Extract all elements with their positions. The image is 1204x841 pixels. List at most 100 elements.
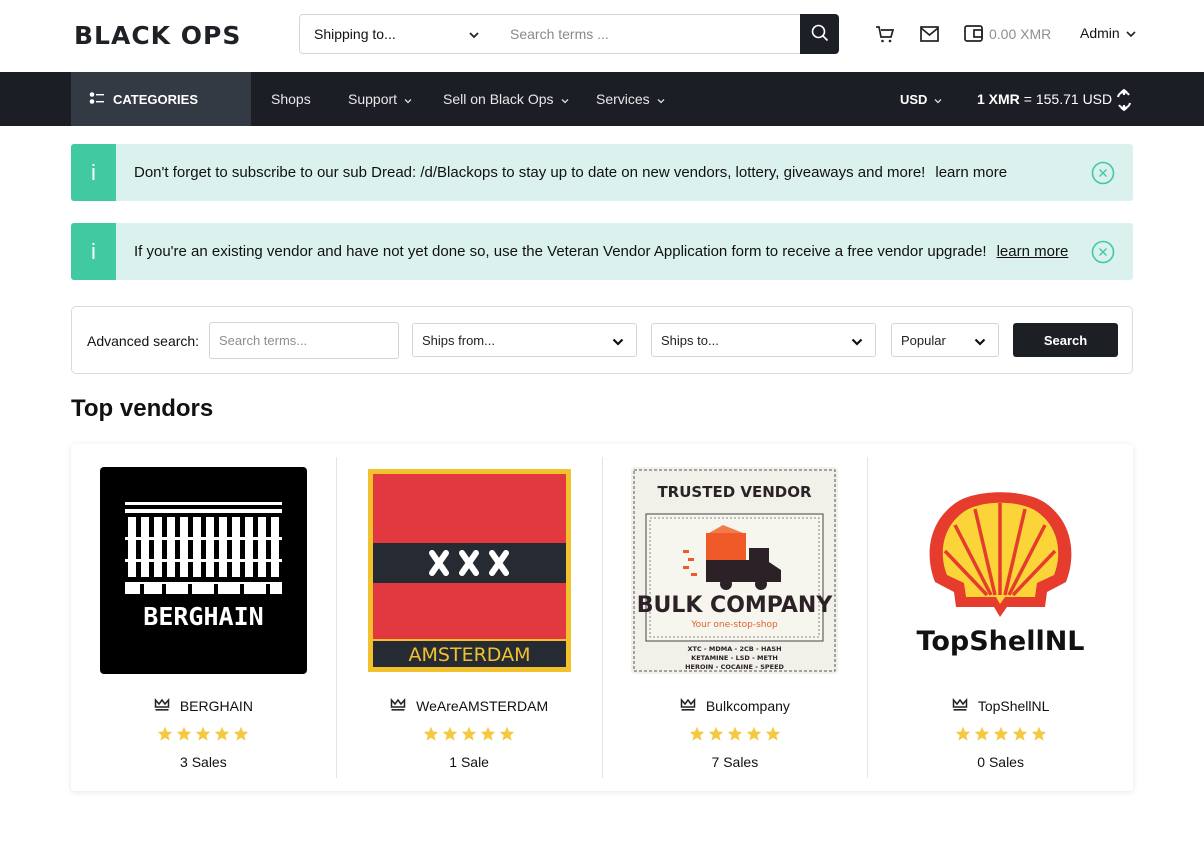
search-input[interactable] (492, 14, 802, 54)
close-circle-icon (1091, 161, 1115, 185)
berghain-logo-text: BERGHAIN (143, 602, 263, 631)
learn-more-link[interactable]: learn more (997, 243, 1069, 260)
bulk-line2-text: KETAMINE - LSD - METH (692, 654, 779, 662)
chevron-down-icon (404, 91, 412, 107)
nav-sell[interactable]: Sell on Black Ops (443, 72, 569, 126)
nav-sell-label: Sell on Black Ops (443, 91, 554, 107)
advanced-search-input[interactable] (209, 322, 399, 359)
vendor-logo[interactable]: AMSTERDAM (365, 467, 573, 674)
star-icon (195, 726, 211, 744)
star-icon (765, 726, 781, 744)
star-icon (955, 726, 971, 744)
bulk-top-text: TRUSTED VENDOR (658, 483, 813, 501)
currency-label: USD (900, 91, 928, 107)
star-icon (689, 726, 705, 744)
vendor-rating (423, 726, 515, 744)
advanced-search-button[interactable]: Search (1013, 323, 1118, 357)
ships-from-select[interactable]: Ships from... (412, 323, 637, 357)
vendor-rating (157, 726, 249, 744)
refresh-icon (1114, 88, 1134, 114)
nav-support[interactable]: Support (348, 72, 412, 126)
wallet-button[interactable] (962, 24, 984, 46)
star-icon (974, 726, 990, 744)
chevron-down-icon (657, 91, 665, 107)
close-alert-button[interactable] (1091, 161, 1115, 185)
exchange-rate: 1 XMR = 155.71 USD (977, 72, 1112, 126)
nav-shops-label: Shops (271, 91, 311, 107)
sort-select[interactable]: Popular (891, 323, 999, 357)
categories-label: CATEGORIES (113, 91, 198, 107)
currency-select[interactable]: USD (900, 72, 942, 126)
user-menu-label: Admin (1080, 25, 1120, 41)
star-icon (442, 726, 458, 744)
amsterdam-logo-text: AMSTERDAM (408, 644, 530, 666)
ships-to-select[interactable]: Ships to... (651, 323, 876, 357)
vendor-name[interactable]: BERGHAIN (180, 698, 253, 714)
messages-button[interactable] (918, 24, 940, 46)
vendor-card[interactable]: TopShellNL TopShellNL 0 Sales (868, 457, 1133, 778)
ships-from-value: Ships from... (422, 332, 495, 348)
star-icon (1012, 726, 1028, 744)
vendor-logo[interactable]: TRUSTED VENDOR BULK COMPANY Your one-sto… (631, 467, 839, 674)
star-icon (423, 726, 439, 744)
info-icon: i (71, 144, 116, 201)
vendor-name[interactable]: WeAreAMSTERDAM (416, 698, 548, 714)
vendor-name[interactable]: Bulkcompany (706, 698, 790, 714)
nav-support-label: Support (348, 91, 398, 107)
crown-icon (952, 698, 968, 714)
nav-services[interactable]: Services (596, 72, 665, 126)
info-icon: i (71, 223, 116, 280)
vendor-card[interactable]: TRUSTED VENDOR BULK COMPANY Your one-sto… (603, 457, 869, 778)
wallet-icon (963, 25, 983, 45)
vendor-logo[interactable]: BERGHAIN (99, 467, 307, 674)
bulk-brand-text: BULK COMPANY (637, 593, 834, 618)
cart-button[interactable] (874, 24, 896, 46)
nav-shops[interactable]: Shops (271, 72, 311, 126)
nav-services-label: Services (596, 91, 650, 107)
vendor-name-row: TopShellNL (952, 698, 1050, 714)
vendor-name[interactable]: TopShellNL (978, 698, 1050, 714)
learn-more-link[interactable]: learn more (935, 164, 1007, 181)
alert-message: Don't forget to subscribe to our sub Dre… (134, 164, 926, 181)
star-icon (993, 726, 1009, 744)
wallet-balance[interactable]: 0.00 XMR (989, 26, 1051, 42)
star-icon (1031, 726, 1047, 744)
advanced-search-panel: Advanced search: Ships from... Ships to.… (71, 306, 1133, 374)
logo[interactable]: BLACK OPS (74, 20, 264, 48)
close-circle-icon (1091, 240, 1115, 264)
vendor-name-row: Bulkcompany (680, 698, 790, 714)
chevron-down-icon (561, 91, 569, 107)
shipping-to-select[interactable]: Shipping to... (299, 14, 493, 54)
vendor-logo[interactable]: TopShellNL (897, 467, 1105, 674)
topshell-logo-text: TopShellNL (917, 626, 1085, 657)
bulk-line1-text: XTC - MDMA - 2CB - HASH (688, 645, 782, 653)
top-header: BLACK OPS Shipping to... 0.00 XMR Admin (0, 0, 1204, 72)
top-vendors-list: BERGHAIN BERGHAIN 3 Sales AMSTERDAM WeAr… (71, 444, 1133, 791)
star-icon (233, 726, 249, 744)
vendor-rating (955, 726, 1047, 744)
list-icon (89, 91, 105, 108)
star-icon (214, 726, 230, 744)
vendor-card[interactable]: AMSTERDAM WeAreAMSTERDAM 1 Sale (337, 457, 603, 778)
vendor-sales: 7 Sales (711, 754, 759, 770)
alert-veteran-vendor: i If you're an existing vendor and have … (71, 223, 1133, 280)
alert-message: If you're an existing vendor and have no… (134, 243, 987, 260)
close-alert-button[interactable] (1091, 240, 1115, 264)
rate-prefix: 1 XMR (977, 91, 1020, 107)
categories-button[interactable]: CATEGORIES (71, 72, 251, 126)
star-icon (157, 726, 173, 744)
sort-value: Popular (901, 332, 946, 348)
bulk-line3-text: HEROIN - COCAINE - SPEED (685, 663, 784, 671)
main-navbar: CATEGORIES Shops Support Sell on Black O… (0, 72, 1204, 126)
refresh-rate-button[interactable] (1114, 88, 1134, 114)
search-button[interactable] (800, 14, 839, 54)
user-menu[interactable]: Admin (1080, 25, 1136, 41)
star-icon (746, 726, 762, 744)
star-icon (708, 726, 724, 744)
crown-icon (390, 698, 406, 714)
vendor-sales: 0 Sales (977, 754, 1024, 770)
ships-to-value: Ships to... (661, 332, 719, 348)
chevron-down-icon (1126, 25, 1136, 41)
crown-icon (680, 698, 696, 714)
vendor-card[interactable]: BERGHAIN BERGHAIN 3 Sales (71, 457, 337, 778)
